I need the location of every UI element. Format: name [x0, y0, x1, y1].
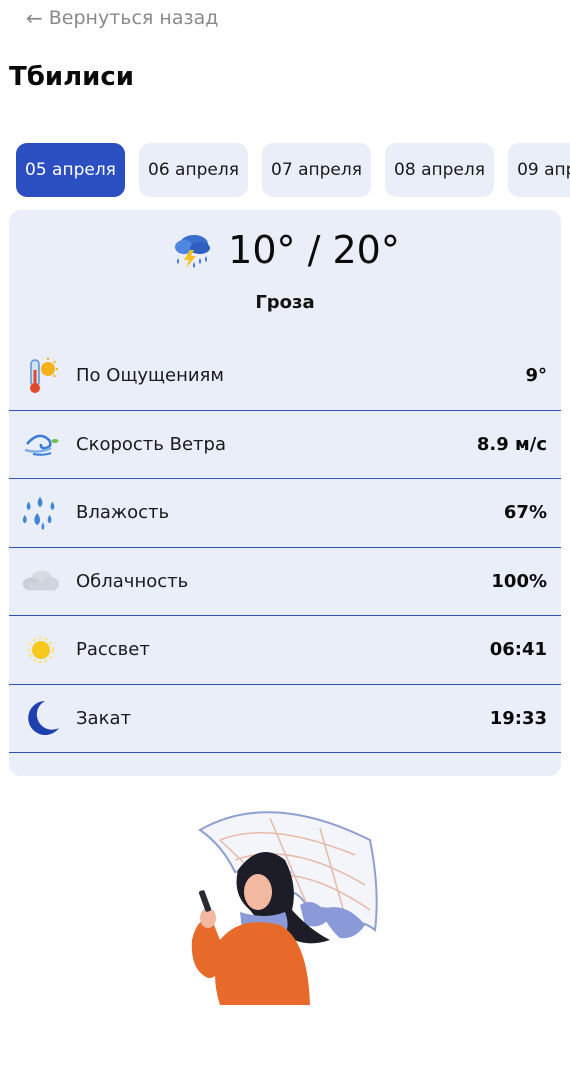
tab-day-2[interactable]: 06 апреля: [139, 143, 248, 197]
thunderstorm-icon: [175, 235, 211, 268]
detail-value: 06:41: [489, 639, 547, 661]
detail-label: Закат: [76, 707, 131, 729]
weather-card: 10° / 20° Гроза По Ощущениям 9° Скорость…: [9, 210, 561, 776]
detail-label: Влажость: [76, 502, 170, 524]
arrow-left-icon: ←: [26, 6, 43, 30]
detail-row-humidity: Влажость 67%: [9, 479, 561, 548]
sun-icon: [21, 630, 61, 670]
woman-with-umbrella-illustration: [191, 811, 378, 1005]
back-label: Вернуться назад: [48, 7, 219, 29]
detail-row-wind: Скорость Ветра 8.9 м/с: [9, 411, 561, 479]
temperature-range: 10° / 20°: [228, 228, 400, 272]
detail-value: 19:33: [489, 707, 547, 729]
detail-label: Рассвет: [76, 639, 150, 661]
tab-day-3[interactable]: 07 апреля: [262, 143, 371, 197]
tab-day-1[interactable]: 05 апреля: [16, 143, 125, 197]
date-tabs: 05 апреля 06 апреля 07 апреля 08 апреля …: [16, 143, 570, 198]
detail-value: 100%: [491, 570, 547, 592]
humidity-drops-icon: [21, 493, 61, 533]
wind-icon: [21, 424, 61, 464]
cloud-icon: [21, 561, 61, 601]
detail-value: 8.9 м/с: [476, 433, 547, 455]
detail-value: 67%: [503, 502, 547, 524]
detail-label: Скорость Ветра: [76, 433, 226, 455]
weather-summary: 10° / 20°: [9, 228, 561, 272]
detail-row-feels-like: По Ощущениям 9°: [9, 342, 561, 411]
tab-day-5[interactable]: 09 апреля: [508, 143, 570, 197]
detail-row-sunset: Закат 19:33: [9, 685, 561, 753]
page-title: Тбилиси: [9, 62, 134, 92]
tab-day-4[interactable]: 08 апреля: [385, 143, 494, 197]
detail-row-cloudiness: Облачность 100%: [9, 548, 561, 616]
thermometer-sun-icon: [21, 356, 61, 396]
detail-label: По Ощущениям: [76, 365, 224, 387]
weather-condition: Гроза: [255, 292, 315, 313]
details-list: По Ощущениям 9° Скорость Ветра 8.9 м/с В…: [9, 342, 561, 753]
detail-value: 9°: [525, 365, 547, 387]
back-link[interactable]: ← Вернуться назад: [26, 6, 218, 30]
moon-icon: [21, 698, 61, 738]
detail-row-sunrise: Рассвет 06:41: [9, 616, 561, 685]
detail-label: Облачность: [76, 570, 189, 592]
